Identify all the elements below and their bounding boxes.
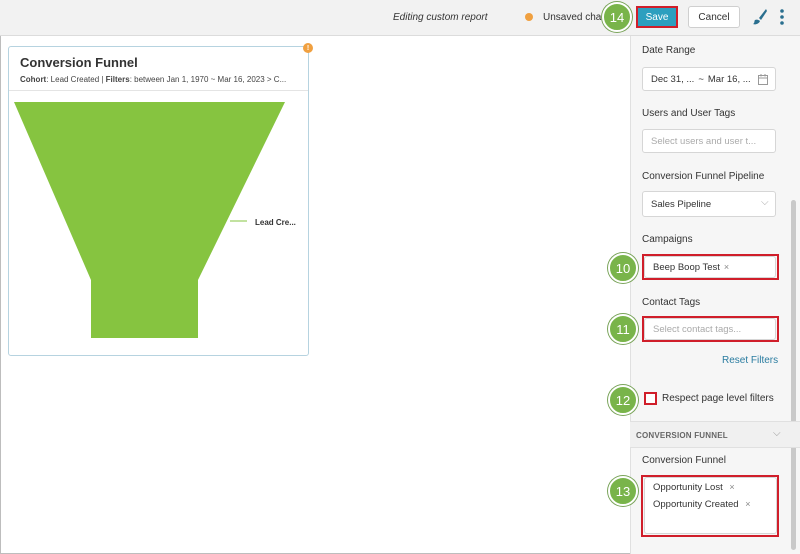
respect-filters-label: Respect page level filters	[662, 393, 774, 404]
callout-12: 12	[608, 385, 638, 415]
more-options-icon[interactable]	[778, 8, 786, 26]
funnel-chart: Lead Cre...	[14, 102, 296, 338]
date-separator: ~	[698, 73, 704, 85]
respect-filters-checkbox[interactable]	[644, 392, 657, 405]
funnel-stage-lead-created[interactable]	[14, 102, 285, 338]
campaigns-highlight	[642, 254, 779, 280]
date-range-label: Date Range	[642, 45, 696, 56]
funnel-stages-highlight	[641, 475, 779, 537]
section-title: CONVERSION FUNNEL	[636, 431, 728, 440]
callout-11: 11	[608, 314, 638, 344]
chevron-down-icon[interactable]: ⌵	[761, 197, 769, 208]
unsaved-changes-text: Unsaved changes	[543, 12, 607, 23]
funnel-stages-label: Conversion Funnel	[642, 455, 726, 466]
date-end[interactable]: Mar 16, ...	[708, 74, 751, 85]
callout-14: 14	[602, 2, 632, 32]
users-label: Users and User Tags	[642, 108, 736, 119]
date-range-input[interactable]: Dec 31, ... ~ Mar 16, ...	[642, 67, 776, 91]
funnel-stage-label: Lead Cre...	[255, 218, 296, 227]
paintbrush-icon[interactable]	[752, 8, 768, 26]
cancel-button[interactable]: Cancel	[688, 6, 740, 28]
contact-tags-label: Contact Tags	[642, 297, 701, 308]
collapse-chevron-icon[interactable]: ⌵	[773, 428, 781, 439]
contact-tags-highlight	[642, 316, 779, 342]
unsaved-warning-icon	[525, 13, 533, 21]
calendar-icon[interactable]	[758, 74, 768, 85]
campaigns-label: Campaigns	[642, 234, 693, 245]
pipeline-select[interactable]: Sales Pipeline ⌵	[642, 191, 776, 217]
save-button[interactable]: Save	[636, 6, 678, 28]
pipeline-label: Conversion Funnel Pipeline	[642, 171, 765, 182]
users-placeholder: Select users and user t...	[651, 135, 757, 147]
date-start[interactable]: Dec 31, ...	[651, 74, 694, 85]
editing-status: Editing custom report	[393, 12, 488, 23]
reset-filters-link[interactable]: Reset Filters	[722, 355, 778, 366]
pipeline-value: Sales Pipeline	[651, 198, 712, 210]
users-select[interactable]: Select users and user t...	[642, 129, 776, 153]
callout-10: 10	[608, 253, 638, 283]
panel-scrollbar[interactable]	[791, 200, 796, 550]
callout-13: 13	[608, 476, 638, 506]
conversion-funnel-section-header[interactable]: CONVERSION FUNNEL ⌵	[630, 421, 800, 448]
